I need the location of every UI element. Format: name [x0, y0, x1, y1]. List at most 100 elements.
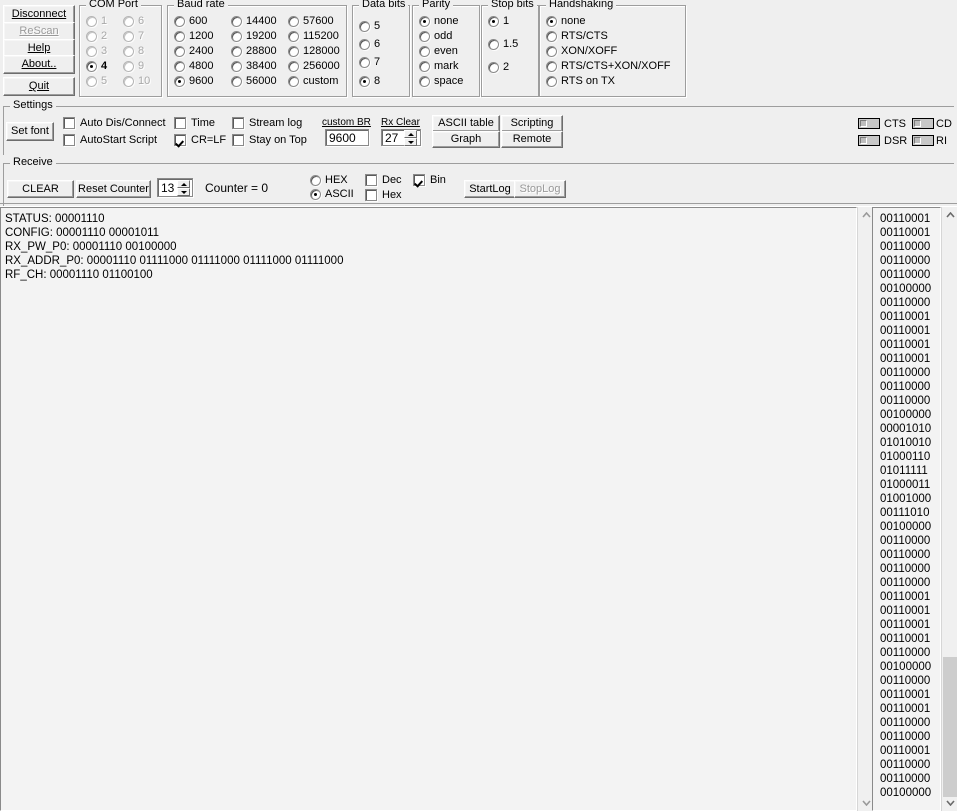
baud-radio-128000[interactable]: 128000: [288, 45, 340, 57]
parity-radio-even[interactable]: even: [419, 45, 458, 57]
reset-counter-button[interactable]: Reset Counter: [76, 180, 151, 198]
baud-radio-56000[interactable]: 56000: [231, 75, 277, 87]
baud-radio-256000[interactable]: 256000: [288, 60, 340, 72]
cr-equals-lf-checkbox[interactable]: CR=LF: [174, 134, 226, 146]
com-port-radio-8[interactable]: 8: [123, 45, 144, 57]
parity-radio-mark-label: mark: [434, 60, 459, 72]
baud-radio-28800[interactable]: 28800: [231, 45, 277, 57]
cr-equals-lf-label: CR=LF: [191, 134, 227, 146]
stop-bits-radio-1[interactable]: 1: [488, 15, 509, 27]
radio-dot-icon: [123, 30, 134, 42]
baud-radio-57600[interactable]: 57600: [288, 15, 334, 27]
radio-dot-icon: [231, 45, 242, 57]
radio-dot-icon: [231, 60, 242, 72]
scroll-thumb[interactable]: [943, 657, 957, 797]
ascii-table-button[interactable]: ASCII table: [432, 115, 500, 132]
baud-radio-2400[interactable]: 2400: [174, 45, 213, 57]
radio-dot-icon: [86, 75, 97, 87]
com-port-radio-7[interactable]: 7: [123, 30, 144, 42]
terminal-main-scrollbar[interactable]: [857, 207, 873, 811]
cd-indicator: [912, 118, 934, 129]
stop-bits-group: Stop bits 1 1.5 2: [481, 0, 539, 97]
dec-checkbox[interactable]: Dec: [365, 174, 402, 186]
parity-radio-none[interactable]: none: [419, 15, 458, 27]
stop-bits-radio-2-label: 2: [503, 61, 510, 73]
baud-radio-38400[interactable]: 38400: [231, 60, 277, 72]
com-port-radio-9[interactable]: 9: [123, 60, 144, 72]
com-port-radio-5[interactable]: 5: [86, 75, 107, 87]
auto-dis-connect-checkbox[interactable]: Auto Dis/Connect: [63, 117, 166, 129]
com-port-radio-1[interactable]: 1: [86, 15, 107, 27]
data-bits-radio-8[interactable]: 8: [359, 75, 380, 87]
ascii-table-button-label: ASCII table: [438, 117, 494, 129]
clear-button[interactable]: CLEAR: [7, 180, 74, 198]
stay-on-top-checkbox[interactable]: Stay on Top: [232, 134, 307, 146]
start-log-button[interactable]: StartLog: [464, 180, 516, 198]
radio-dot-icon: [231, 30, 242, 42]
about-button[interactable]: About..: [3, 55, 75, 74]
spinner-down-icon[interactable]: [404, 138, 417, 146]
stop-bits-radio-2[interactable]: 2: [488, 61, 509, 73]
stop-log-button[interactable]: StopLog: [514, 180, 566, 198]
baud-radio-1200[interactable]: 1200: [174, 30, 213, 42]
time-checkbox[interactable]: Time: [174, 117, 215, 129]
handshaking-radio-rts-on-tx[interactable]: RTS on TX: [546, 75, 615, 87]
counter-threshold-spinner[interactable]: [177, 180, 190, 196]
baud-radio-custom-label: custom: [303, 75, 339, 87]
com-port-radio-3[interactable]: 3: [86, 45, 107, 57]
data-bits-radio-6[interactable]: 6: [359, 38, 380, 50]
stream-log-checkbox[interactable]: Stream log: [232, 117, 302, 129]
parity-radio-odd[interactable]: odd: [419, 30, 452, 42]
rescan-button-label: ReScan: [19, 25, 59, 37]
handshaking-radio-none[interactable]: none: [546, 15, 585, 27]
spinner-up-icon[interactable]: [404, 130, 417, 138]
baud-radio-19200[interactable]: 19200: [231, 30, 277, 42]
baud-radio-custom[interactable]: custom: [288, 75, 338, 87]
terminal-side-pane[interactable]: 00110001 00110001 00110000 00110000 0011…: [872, 207, 941, 811]
scroll-up-arrow-icon[interactable]: [942, 207, 957, 223]
set-font-button[interactable]: Set font: [6, 122, 54, 141]
radio-dot-icon: [546, 30, 557, 42]
autostart-script-checkbox[interactable]: AutoStart Script: [63, 134, 157, 146]
quit-button[interactable]: Quit: [3, 77, 75, 96]
baud-rate-group: Baud rate 600 1200 2400 4800 9600 14400 …: [167, 0, 347, 97]
terminal-side-scrollbar[interactable]: [941, 207, 957, 811]
receive-format-radio-ascii[interactable]: ASCII: [310, 188, 354, 200]
parity-radio-mark[interactable]: mark: [419, 60, 458, 72]
handshaking-radio-rtscts-xonxoff[interactable]: RTS/CTS+XON/XOFF: [546, 60, 671, 72]
terminal-main-pane[interactable]: STATUS: 00001110 CONFIG: 00001110 000010…: [0, 207, 857, 811]
baud-radio-38400-label: 38400: [246, 60, 277, 72]
com-port-radio-2[interactable]: 2: [86, 30, 107, 42]
graph-button[interactable]: Graph: [432, 131, 500, 148]
scripting-button[interactable]: Scripting: [501, 115, 563, 132]
rx-clear-spinner[interactable]: [404, 130, 417, 146]
remote-button[interactable]: Remote: [501, 131, 563, 148]
baud-radio-600-label: 600: [189, 15, 208, 27]
com-port-radio-6[interactable]: 6: [123, 15, 144, 27]
baud-radio-4800[interactable]: 4800: [174, 60, 213, 72]
scroll-down-arrow-icon[interactable]: [942, 795, 957, 811]
custom-br-input[interactable]: 9600: [325, 129, 369, 146]
data-bits-radio-7[interactable]: 7: [359, 56, 380, 68]
baud-radio-115200[interactable]: 115200: [288, 30, 339, 42]
baud-radio-9600[interactable]: 9600: [174, 75, 213, 87]
baud-radio-14400[interactable]: 14400: [231, 15, 277, 27]
baud-radio-600[interactable]: 600: [174, 15, 207, 27]
spinner-up-icon[interactable]: [177, 180, 190, 188]
handshaking-radio-xonxoff[interactable]: XON/XOFF: [546, 45, 617, 57]
terminal-side-text: 00110001 00110001 00110000 00110000 0011…: [880, 213, 932, 799]
spinner-down-icon[interactable]: [177, 188, 190, 196]
receive-format-radio-hex[interactable]: HEX: [310, 174, 348, 186]
data-bits-radio-5[interactable]: 5: [359, 20, 380, 32]
com-port-radio-4[interactable]: 4: [86, 60, 107, 72]
clear-button-label: CLEAR: [22, 182, 59, 195]
hex-checkbox[interactable]: Hex: [365, 189, 402, 201]
stop-bits-radio-1p5[interactable]: 1.5: [488, 38, 518, 50]
handshaking-radio-rtscts[interactable]: RTS/CTS: [546, 30, 608, 42]
led-lamp-icon: [860, 120, 867, 127]
baud-radio-14400-label: 14400: [246, 15, 277, 27]
parity-radio-space[interactable]: space: [419, 75, 463, 87]
com-port-radio-10[interactable]: 10: [123, 75, 150, 87]
bin-checkbox[interactable]: Bin: [413, 174, 446, 186]
stop-log-button-label: StopLog: [519, 182, 561, 195]
